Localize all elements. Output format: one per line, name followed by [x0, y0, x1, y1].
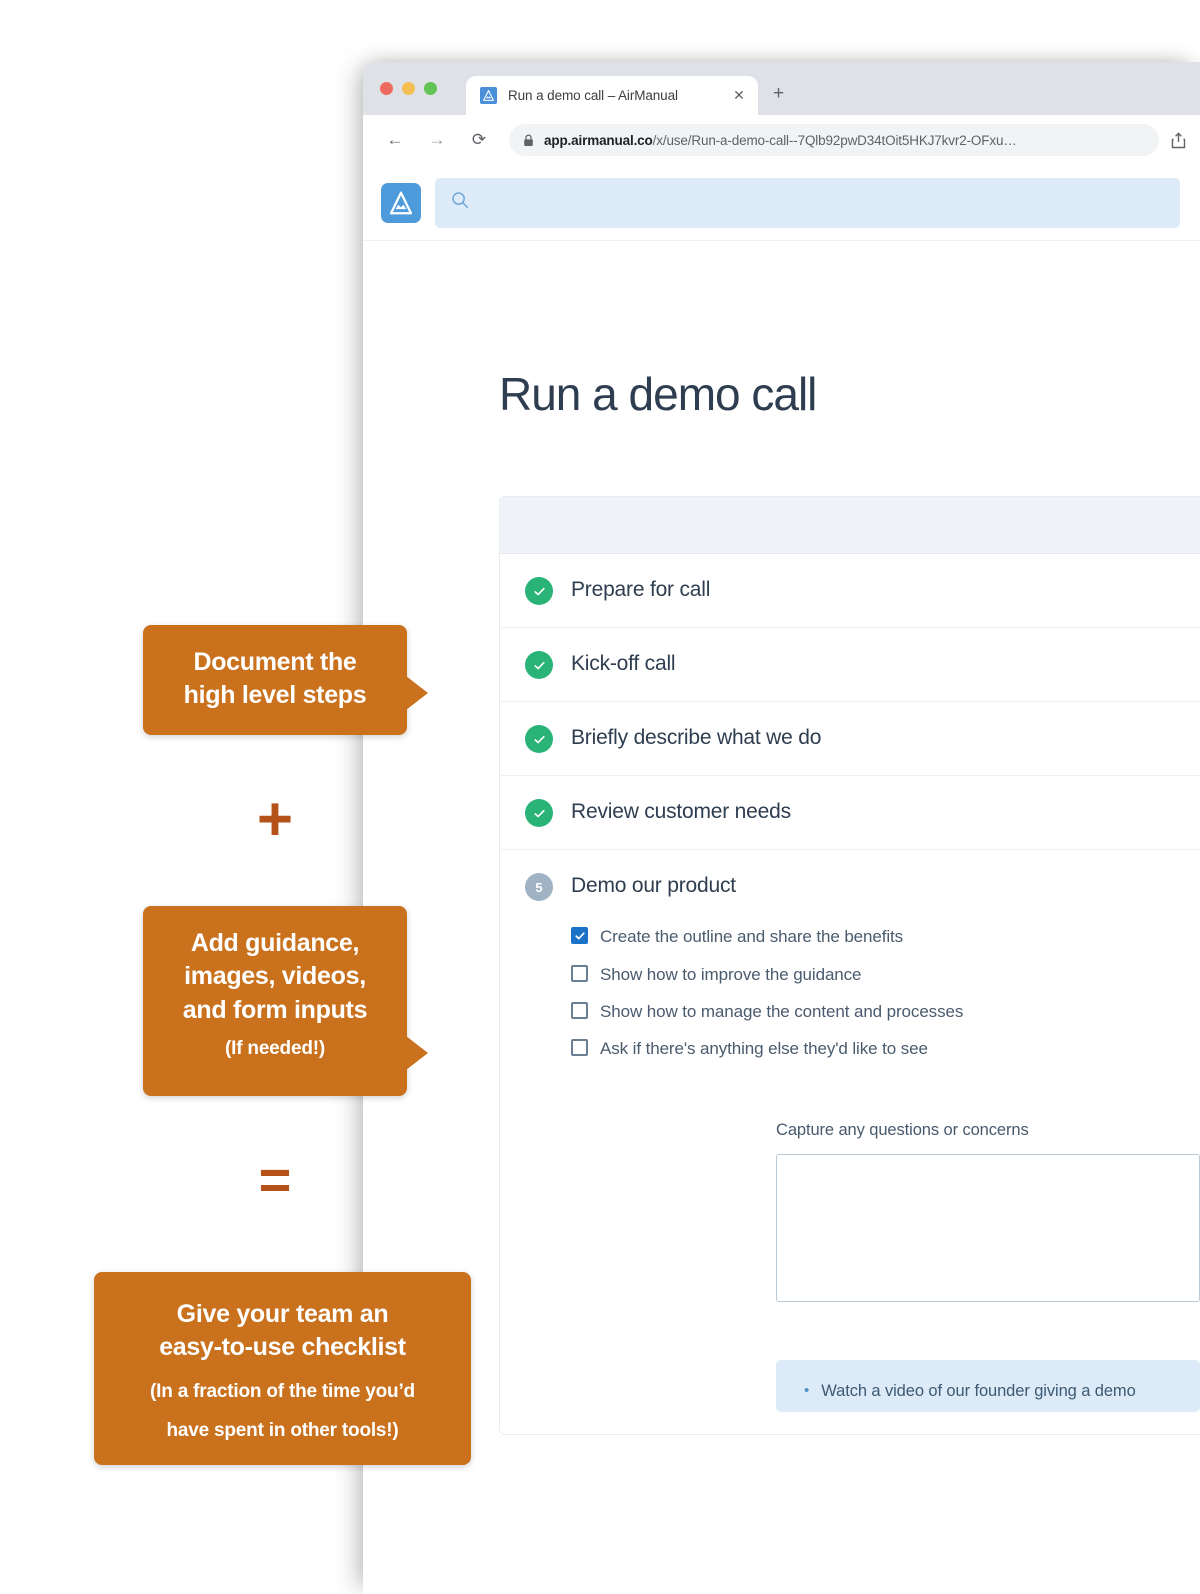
window-traffic-lights	[380, 82, 437, 95]
step-body: Kick-off call	[571, 650, 1200, 678]
substep-item[interactable]: Show how to manage the content and proce…	[571, 999, 991, 1025]
checkbox-checked-icon[interactable]	[571, 927, 588, 945]
lock-icon	[523, 133, 534, 147]
checklist-step-row[interactable]: Prepare for call	[500, 554, 1200, 628]
step-label: Kick-off call	[571, 652, 676, 675]
callout-pointer-arrow	[406, 1036, 428, 1070]
capture-field-section: Capture any questions or concerns	[776, 1121, 1200, 1302]
step-complete-check-icon[interactable]	[525, 577, 553, 605]
step-body: Demo our product Create the outline and …	[571, 872, 1200, 1412]
close-window-button[interactable]	[380, 82, 393, 95]
step-body: Briefly describe what we do	[571, 724, 1200, 752]
callout-1-line-2: high level steps	[183, 681, 367, 710]
callout-3-line-1: Give your team an	[176, 1300, 389, 1328]
browser-tab[interactable]: Run a demo call – AirManual ✕	[466, 76, 758, 115]
step-label: Briefly describe what we do	[571, 726, 822, 749]
checklist-step-row[interactable]: Briefly describe what we do	[500, 702, 1200, 776]
annotation-callout-easy-checklist: Give your team an easy-to-use checklist …	[94, 1272, 471, 1465]
substep-item[interactable]: Create the outline and share the benefit…	[571, 924, 991, 950]
url-path: /x/use/Run-a-demo-call--7Qlb92pwD34tOit5…	[652, 132, 1017, 148]
callout-2-line-3: and form inputs	[182, 995, 368, 1024]
capture-textarea[interactable]	[776, 1153, 1200, 1302]
browser-toolbar: ← → ⟳ app.airmanual.co/x/use/Run-a-demo-…	[363, 115, 1200, 165]
annotation-equals-operator: =	[258, 1148, 292, 1211]
annotation-callout-document-steps: Document the high level steps	[143, 625, 428, 735]
back-icon[interactable]: ←	[380, 125, 410, 155]
substep-item[interactable]: Ask if there's anything else they'd like…	[571, 1036, 991, 1062]
step-label: Prepare for call	[571, 578, 711, 601]
checkbox-unchecked-icon[interactable]	[571, 1002, 588, 1020]
browser-tab-title: Run a demo call – AirManual	[508, 88, 678, 103]
airmanual-logo[interactable]	[381, 182, 421, 223]
url-text: app.airmanual.co/x/use/Run-a-demo-call--…	[544, 133, 1017, 148]
bullet-icon: •	[804, 1381, 810, 1399]
maximize-window-button[interactable]	[424, 82, 437, 95]
step-label: Review customer needs	[571, 800, 791, 823]
step-complete-check-icon[interactable]	[525, 725, 553, 753]
checklist-step-row-current[interactable]: 5 Demo our product Create the outline an…	[500, 850, 1200, 1434]
close-tab-icon[interactable]: ✕	[730, 87, 748, 105]
annotation-callout-add-guidance: Add guidance, images, videos, and form i…	[143, 906, 428, 1096]
substep-label: Ask if there's anything else they'd like…	[600, 1039, 928, 1059]
checklist-step-row[interactable]: Kick-off call	[500, 628, 1200, 702]
new-tab-button[interactable]: +	[773, 84, 784, 103]
checklist-card: Prepare for call Kick-off call Briefly d…	[499, 496, 1200, 1435]
checkbox-unchecked-icon[interactable]	[571, 964, 588, 982]
callout-2-subtext: (If needed!)	[225, 1037, 325, 1059]
address-bar[interactable]: app.airmanual.co/x/use/Run-a-demo-call--…	[509, 124, 1159, 156]
substep-label: Show how to manage the content and proce…	[600, 1002, 964, 1022]
substep-label: Create the outline and share the benefit…	[600, 927, 904, 947]
callout-pointer-arrow	[406, 676, 428, 710]
step-complete-check-icon[interactable]	[525, 799, 553, 827]
screenshot-root: Run a demo call – AirManual ✕ + ← → ⟳ ap…	[0, 0, 1200, 1594]
page-title: Run a demo call	[499, 368, 817, 420]
checklist-step-row[interactable]: Review customer needs	[500, 776, 1200, 850]
checkbox-unchecked-icon[interactable]	[571, 1039, 588, 1057]
search-icon	[451, 191, 469, 214]
browser-window: Run a demo call – AirManual ✕ + ← → ⟳ ap…	[363, 62, 1200, 1594]
step-label: Demo our product	[571, 874, 736, 897]
browser-tab-strip: Run a demo call – AirManual ✕ +	[363, 62, 1200, 115]
callout-2-line-2: images, videos,	[184, 962, 366, 991]
substep-label: Show how to improve the guidance	[600, 964, 862, 984]
app-search-box[interactable]	[435, 177, 1180, 228]
airmanual-logo-icon	[480, 87, 497, 104]
callout-3-subtext-1: (In a fraction of the time you’d	[150, 1380, 415, 1402]
forward-icon[interactable]: →	[422, 125, 452, 155]
substep-list: Create the outline and share the benefit…	[571, 924, 1200, 1062]
minimize-window-button[interactable]	[402, 82, 415, 95]
info-callout-text: Watch a video of our founder giving a de…	[821, 1381, 1136, 1400]
app-header	[363, 165, 1200, 241]
callout-2-line-1: Add guidance,	[190, 929, 360, 957]
callout-3-line-2: easy-to-use checklist	[159, 1333, 406, 1362]
annotation-plus-operator: +	[256, 785, 294, 854]
info-callout-box: • Watch a video of our founder giving a …	[776, 1359, 1200, 1412]
substep-item[interactable]: Show how to improve the guidance	[571, 962, 991, 988]
callout-3-subtext-2: have spent in other tools!)	[166, 1420, 399, 1442]
url-domain: app.airmanual.co	[544, 132, 653, 148]
reload-icon[interactable]: ⟳	[464, 125, 494, 155]
share-icon[interactable]	[1171, 131, 1186, 149]
search-input[interactable]	[481, 194, 1164, 211]
info-callout-row: • Watch a video of our founder giving a …	[804, 1382, 1200, 1401]
step-complete-check-icon[interactable]	[525, 651, 553, 679]
step-body: Review customer needs	[571, 798, 1200, 826]
card-header-band	[500, 497, 1200, 554]
page-body: Run a demo call Prepare for call Kick-of…	[363, 241, 1200, 1435]
step-body: Prepare for call	[571, 576, 1200, 604]
callout-1-line-1: Document the	[193, 648, 357, 676]
step-number-badge[interactable]: 5	[525, 873, 553, 901]
capture-field-label: Capture any questions or concerns	[776, 1120, 1029, 1139]
